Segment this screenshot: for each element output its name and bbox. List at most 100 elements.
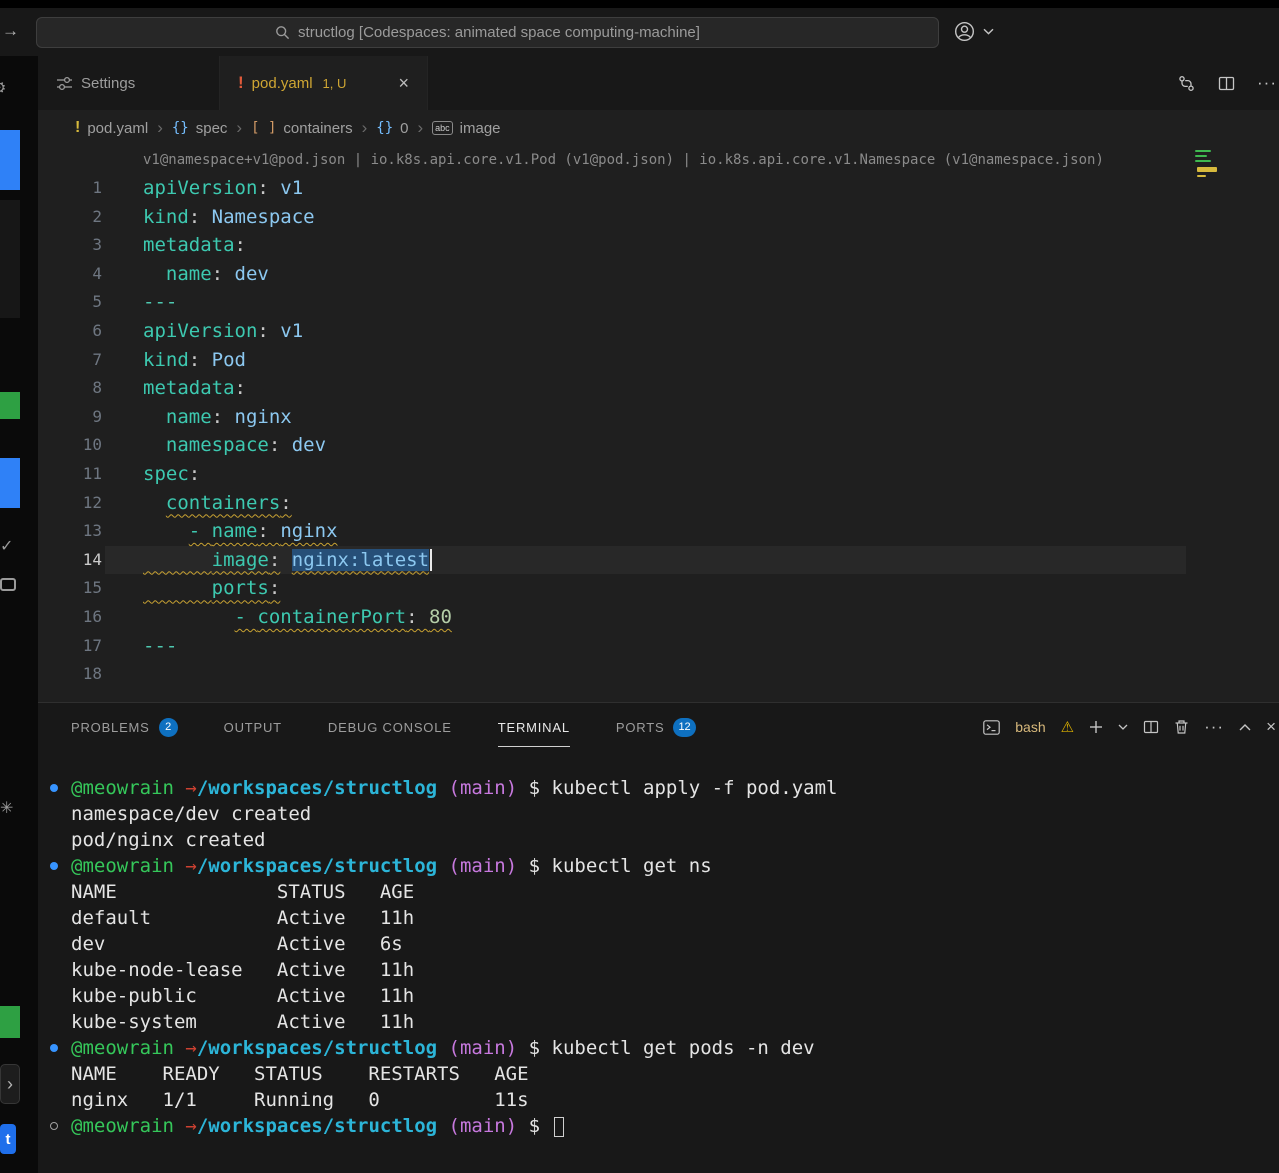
code-line[interactable]: 1apiVersion: v1 xyxy=(38,174,1279,203)
tab-bar: Settings ! pod.yaml 1, U × xyxy=(38,56,1279,110)
terminal-line[interactable]: nginx 1/1 Running 0 11s xyxy=(71,1087,1279,1113)
code-line[interactable]: 16 - containerPort: 80 xyxy=(38,603,1279,632)
panel-tab-output[interactable]: OUTPUT xyxy=(224,703,282,751)
code-line[interactable]: 6apiVersion: v1 xyxy=(38,317,1279,346)
line-number: 18 xyxy=(38,660,102,689)
more-actions-icon[interactable]: ··· xyxy=(1257,73,1277,93)
breadcrumb-separator: › xyxy=(362,118,368,138)
panel-tab-label: DEBUG CONSOLE xyxy=(328,720,452,735)
terminal-line[interactable]: @meowrain →/workspaces/structlog (main) … xyxy=(71,775,1279,801)
split-editor-icon[interactable] xyxy=(1218,75,1235,92)
command-center-search[interactable]: structlog [Codespaces: animated space co… xyxy=(36,17,939,48)
minimap-mark xyxy=(1195,160,1211,162)
breadcrumb-item-0[interactable]: 0 xyxy=(400,120,408,137)
command-decoration-icon[interactable] xyxy=(50,1044,58,1052)
code-line[interactable]: 11spec: xyxy=(38,460,1279,489)
tab-settings[interactable]: Settings xyxy=(38,56,220,110)
code-line[interactable]: 14 image: nginx:latest xyxy=(38,546,1279,575)
new-terminal-icon[interactable] xyxy=(1089,720,1103,734)
panel-actions: bash ⚠ xyxy=(983,703,1279,751)
chevron-box[interactable]: › xyxy=(0,1064,20,1104)
title-bar-right xyxy=(953,20,994,43)
ports-badge: 12 xyxy=(673,718,695,737)
terminal-line[interactable]: kube-node-lease Active 11h xyxy=(71,957,1279,983)
terminal-line[interactable]: dev Active 6s xyxy=(71,931,1279,957)
tab-label: pod.yaml xyxy=(252,75,313,92)
shell-name[interactable]: bash xyxy=(1015,719,1045,735)
panel-tab-problems[interactable]: PROBLEMS 2 xyxy=(71,703,178,751)
panel-tab-ports[interactable]: PORTS 12 xyxy=(616,703,696,751)
line-number: 6 xyxy=(38,317,102,346)
panel-tab-label: OUTPUT xyxy=(224,720,282,735)
panel-tab-debug-console[interactable]: DEBUG CONSOLE xyxy=(328,703,452,751)
code-line[interactable]: 3metadata: xyxy=(38,231,1279,260)
terminal-line[interactable]: @meowrain →/workspaces/structlog (main) … xyxy=(71,1035,1279,1061)
line-number: 4 xyxy=(38,260,102,289)
blue-block xyxy=(0,458,20,508)
panel-tab-terminal[interactable]: TERMINAL xyxy=(498,703,570,751)
code-line[interactable]: 17--- xyxy=(38,632,1279,661)
terminal-line[interactable]: namespace/dev created xyxy=(71,801,1279,827)
tab-pod-yaml[interactable]: ! pod.yaml 1, U × xyxy=(220,56,428,110)
forward-arrow-icon[interactable]: → xyxy=(2,21,19,41)
chevron-down-icon[interactable] xyxy=(983,28,994,35)
terminal-line[interactable]: NAME STATUS AGE xyxy=(71,879,1279,905)
code-line[interactable]: 12 containers: xyxy=(38,489,1279,518)
editor-actions: ··· xyxy=(1177,56,1277,110)
terminal-line[interactable]: @meowrain →/workspaces/structlog (main) … xyxy=(71,1113,1279,1139)
close-tab-icon[interactable]: × xyxy=(398,73,409,94)
terminal-line[interactable]: @meowrain →/workspaces/structlog (main) … xyxy=(71,853,1279,879)
account-icon[interactable] xyxy=(953,20,976,43)
minimap-mark xyxy=(1195,150,1211,152)
minimap[interactable] xyxy=(1193,148,1253,192)
split-terminal-icon[interactable] xyxy=(1143,719,1159,735)
editor[interactable]: v1@namespace+v1@pod.json | io.k8s.api.co… xyxy=(38,146,1279,702)
terminal-line[interactable]: kube-public Active 11h xyxy=(71,983,1279,1009)
code-line[interactable]: 9 name: nginx xyxy=(38,403,1279,432)
code-line[interactable]: 18 xyxy=(38,660,1279,689)
terminal-line[interactable]: default Active 11h xyxy=(71,905,1279,931)
command-decoration-icon[interactable] xyxy=(50,862,58,870)
breadcrumb-item-spec[interactable]: spec xyxy=(196,120,228,137)
breadcrumb-item-file[interactable]: pod.yaml xyxy=(87,120,148,137)
terminal-warning-icon[interactable]: ⚠ xyxy=(1061,718,1074,736)
code-line[interactable]: 15 ports: xyxy=(38,574,1279,603)
breadcrumb-item-containers[interactable]: containers xyxy=(283,120,352,137)
code-line[interactable]: 13 - name: nginx xyxy=(38,517,1279,546)
editor-cursor xyxy=(430,549,432,571)
terminal-line[interactable]: pod/nginx created xyxy=(71,827,1279,853)
schema-info-line[interactable]: v1@namespace+v1@pod.json | io.k8s.api.co… xyxy=(38,146,1279,174)
panel-more-actions-icon[interactable]: ··· xyxy=(1204,717,1224,737)
code-text: - containerPort: 80 xyxy=(102,603,452,632)
array-symbol-icon: [ ] xyxy=(251,120,276,136)
terminal-line[interactable]: kube-system Active 11h xyxy=(71,1009,1279,1035)
code-line[interactable]: 8metadata: xyxy=(38,374,1279,403)
line-number: 13 xyxy=(38,517,102,546)
green-block xyxy=(0,392,20,419)
dark-block xyxy=(0,200,20,318)
terminal-dropdown-chevron-icon[interactable] xyxy=(1118,724,1128,730)
command-decoration-icon[interactable] xyxy=(50,1122,58,1130)
breadcrumb-item-image[interactable]: image xyxy=(460,120,501,137)
code-line[interactable]: 5--- xyxy=(38,288,1279,317)
tab-label: Settings xyxy=(81,75,135,92)
terminal-line[interactable]: NAME READY STATUS RESTARTS AGE xyxy=(71,1061,1279,1087)
open-changes-icon[interactable] xyxy=(1177,74,1196,93)
code-line[interactable]: 4 name: dev xyxy=(38,260,1279,289)
code-line[interactable]: 7kind: Pod xyxy=(38,346,1279,375)
code-line[interactable]: 10 namespace: dev xyxy=(38,431,1279,460)
t-badge[interactable]: t xyxy=(0,1124,16,1154)
command-decoration-icon[interactable] xyxy=(50,784,58,792)
terminal-content[interactable]: @meowrain →/workspaces/structlog (main) … xyxy=(38,751,1279,1139)
window-top-edge xyxy=(0,0,1279,8)
blue-block xyxy=(0,130,20,190)
panel-tab-label: PORTS xyxy=(616,720,665,735)
line-number: 8 xyxy=(38,374,102,403)
green-block xyxy=(0,1006,20,1038)
tab-status-badge: 1, U xyxy=(323,76,347,91)
kill-terminal-trash-icon[interactable] xyxy=(1174,719,1189,735)
close-panel-icon[interactable]: × xyxy=(1266,717,1277,737)
code-line[interactable]: 2kind: Namespace xyxy=(38,203,1279,232)
maximize-panel-chevron-icon[interactable] xyxy=(1239,724,1251,731)
object-symbol-icon: {} xyxy=(172,120,189,136)
